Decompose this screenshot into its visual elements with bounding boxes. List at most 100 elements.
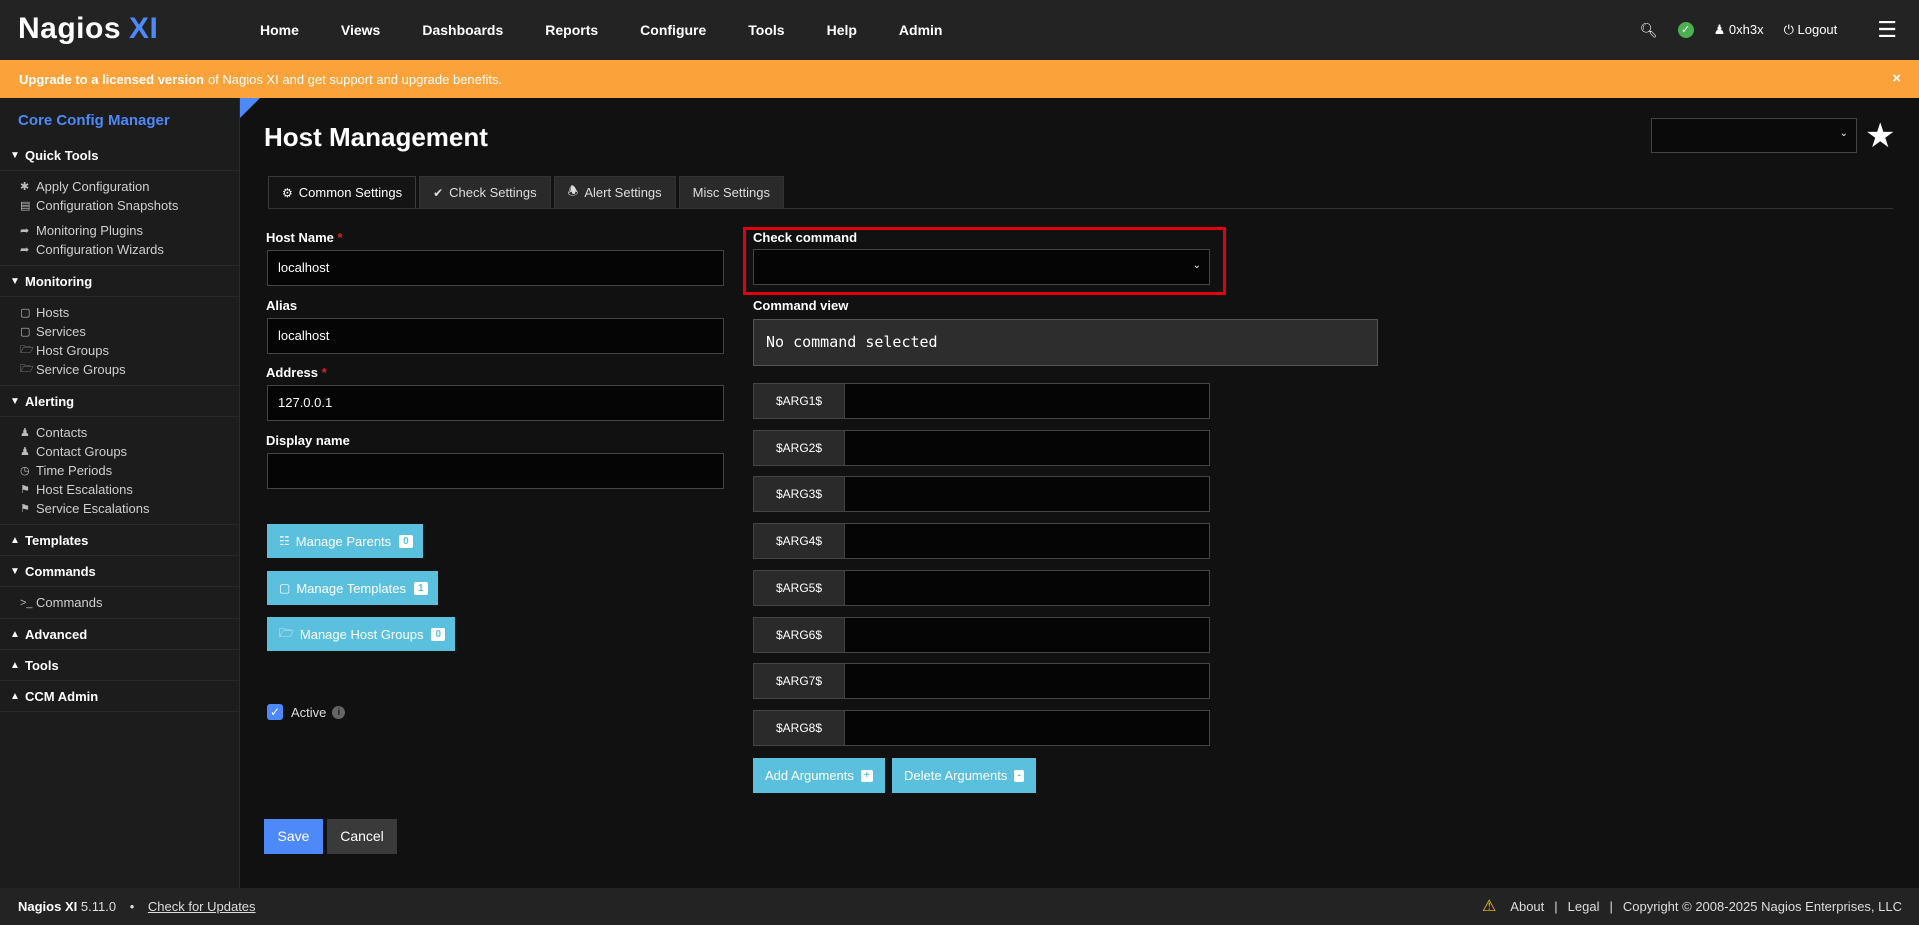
arg4-input[interactable] xyxy=(845,523,1210,559)
host-name-input[interactable]: localhost xyxy=(267,250,724,286)
button-label: Delete Arguments xyxy=(904,768,1008,783)
arg6-input[interactable] xyxy=(845,617,1210,653)
nav-help[interactable]: Help xyxy=(827,22,857,38)
arg7-input[interactable] xyxy=(845,663,1210,699)
hamburger-menu-icon[interactable]: ☰ xyxy=(1877,17,1897,43)
save-button[interactable]: Save xyxy=(264,819,323,854)
delete-arguments-button[interactable]: Delete Arguments - xyxy=(892,758,1036,793)
sidebar-section-tools[interactable]: ▲ Tools xyxy=(0,650,239,681)
sidebar-item-monitoring-plugins[interactable]: ➦ Monitoring Plugins xyxy=(20,221,239,240)
sidebar-item-label: Hosts xyxy=(36,305,70,320)
arg8-input[interactable] xyxy=(845,710,1210,746)
sidebar-item-host-groups[interactable]: 🗁︎ Host Groups xyxy=(20,341,239,360)
tab-alert-settings[interactable]: 🕭︎ Alert Settings xyxy=(553,176,676,208)
arg1-row: $ARG1$ xyxy=(753,383,1210,419)
sidebar-item-label: Contacts xyxy=(36,425,88,440)
arg1-input[interactable] xyxy=(845,383,1210,419)
cancel-button[interactable]: Cancel xyxy=(327,819,397,854)
sidebar-section-advanced[interactable]: ▲ Advanced xyxy=(0,619,239,650)
info-icon[interactable]: i xyxy=(332,705,346,719)
sidebar-item-service-groups[interactable]: 🗁︎ Service Groups xyxy=(20,360,239,379)
host-groups-count-badge: 0 xyxy=(431,627,446,641)
alias-input[interactable]: localhost xyxy=(267,318,724,354)
banner-close-icon[interactable]: × xyxy=(1892,70,1901,87)
arg5-input[interactable] xyxy=(845,570,1210,606)
manage-templates-button[interactable]: ▢ Manage Templates 1 xyxy=(267,571,438,605)
add-arguments-button[interactable]: Add Arguments + xyxy=(753,758,885,793)
tab-common-settings[interactable]: ⚙︎ Common Settings xyxy=(268,176,417,208)
legal-link[interactable]: Legal xyxy=(1568,899,1600,914)
sidebar-section-alerting[interactable]: ▼ Alerting xyxy=(0,386,239,417)
sidebar-item-configuration-snapshots[interactable]: ▤ Configuration Snapshots xyxy=(20,196,239,215)
sidebar-section-monitoring[interactable]: ▼ Monitoring xyxy=(0,266,239,297)
footer-right: ⚠ About | Legal | Copyright © 2008-2025 … xyxy=(1482,899,1902,915)
manage-host-groups-button[interactable]: 🗁︎ Manage Host Groups 0 xyxy=(267,617,456,651)
gear-icon: ⚙︎ xyxy=(282,185,293,200)
top-select-dropdown[interactable]: ⌄ xyxy=(1651,118,1857,153)
sidebar-item-configuration-wizards[interactable]: ➦ Configuration Wizards xyxy=(20,240,239,259)
sidebar-item-apply-configuration[interactable]: ✱ Apply Configuration xyxy=(20,177,239,196)
sidebar-item-contact-groups[interactable]: ♟︎ Contact Groups xyxy=(20,442,239,461)
section-label: Tools xyxy=(25,657,59,673)
required-marker: * xyxy=(321,365,327,380)
tab-misc-settings[interactable]: Misc Settings xyxy=(678,176,784,208)
sidebar-section-quick-tools[interactable]: ▼ Quick Tools xyxy=(0,140,239,171)
sidebar-item-commands[interactable]: >_ Commands xyxy=(20,593,239,612)
chevron-up-icon: ▲ xyxy=(10,690,20,702)
about-link[interactable]: About xyxy=(1510,899,1544,914)
warning-icon[interactable]: ⚠ xyxy=(1482,899,1496,915)
arg6-label: $ARG6$ xyxy=(753,617,845,653)
sidebar-item-services[interactable]: ▢ Services xyxy=(20,322,239,341)
active-checkbox-row: ✓ Active i xyxy=(267,704,346,720)
collapse-sidebar-toggle[interactable] xyxy=(240,98,260,118)
nav-views[interactable]: Views xyxy=(341,22,380,38)
section-label: Commands xyxy=(25,563,96,579)
tab-bar: ⚙︎ Common Settings ✔ Check Settings 🕭︎ Aler… xyxy=(268,176,787,208)
arg3-input[interactable] xyxy=(845,476,1210,512)
user-menu[interactable]: ♟︎ 0xh3x xyxy=(1714,22,1764,38)
sidebar-section-ccm-admin[interactable]: ▲ CCM Admin xyxy=(0,681,239,712)
nav-reports[interactable]: Reports xyxy=(545,22,598,38)
logout-label: Logout xyxy=(1797,22,1838,37)
templates-count-badge: 1 xyxy=(413,581,428,595)
nav-tools[interactable]: Tools xyxy=(748,22,784,38)
sidebar-item-contacts[interactable]: ♟︎ Contacts xyxy=(20,423,239,442)
sidebar-section-templates[interactable]: ▲ Templates xyxy=(0,525,239,556)
sidebar-section-commands[interactable]: ▼ Commands xyxy=(0,556,239,587)
user-icon: ♟︎ xyxy=(20,427,30,439)
nav-home[interactable]: Home xyxy=(260,22,299,38)
check-command-select[interactable]: ⌄ xyxy=(753,249,1210,285)
arg2-input[interactable] xyxy=(845,430,1210,466)
nav-admin[interactable]: Admin xyxy=(899,22,943,38)
display-name-label: Display name xyxy=(266,433,350,448)
sidebar-title[interactable]: Core Config Manager xyxy=(0,98,239,140)
nagios-logo[interactable]: Nagios XI xyxy=(18,12,158,46)
nav-configure[interactable]: Configure xyxy=(640,22,706,38)
favorite-star-icon[interactable]: ★ xyxy=(1865,116,1895,156)
banner-upgrade-link[interactable]: Upgrade to a licensed version xyxy=(19,72,204,87)
status-ok-icon[interactable]: ✓ xyxy=(1677,22,1694,38)
section-label: Templates xyxy=(25,532,89,548)
sidebar-item-service-escalations[interactable]: ⚑ Service Escalations xyxy=(20,499,239,518)
sidebar-item-host-escalations[interactable]: ⚑ Host Escalations xyxy=(20,480,239,499)
footer-separator: | xyxy=(1609,899,1613,914)
display-name-input[interactable] xyxy=(267,453,724,489)
button-label: Manage Parents xyxy=(295,533,392,549)
sidebar-item-time-periods[interactable]: ◷ Time Periods xyxy=(20,461,239,480)
chevron-up-icon: ▲ xyxy=(10,628,20,640)
search-icon[interactable]: 🔍︎ xyxy=(1640,22,1658,39)
arg8-label: $ARG8$ xyxy=(753,710,845,746)
address-input[interactable]: 127.0.0.1 xyxy=(267,385,724,421)
quick-tools-items: ✱ Apply Configuration ▤ Configuration Snap… xyxy=(0,171,239,266)
arg5-row: $ARG5$ xyxy=(753,570,1210,606)
check-for-updates-link[interactable]: Check for Updates xyxy=(148,899,256,914)
tab-check-settings[interactable]: ✔ Check Settings xyxy=(419,176,551,208)
label-text: Host Name xyxy=(266,230,334,245)
manage-parents-button[interactable]: ☷ Manage Parents 0 xyxy=(267,524,423,558)
main-nav: Home Views Dashboards Reports Configure … xyxy=(248,0,984,60)
active-checkbox[interactable]: ✓ xyxy=(267,704,283,720)
nav-dashboards[interactable]: Dashboards xyxy=(422,22,503,38)
chevron-down-icon: ▼ xyxy=(10,149,20,161)
sidebar-item-hosts[interactable]: ▢ Hosts xyxy=(20,303,239,322)
logout-link[interactable]: ⏻︎ Logout xyxy=(1784,22,1838,38)
